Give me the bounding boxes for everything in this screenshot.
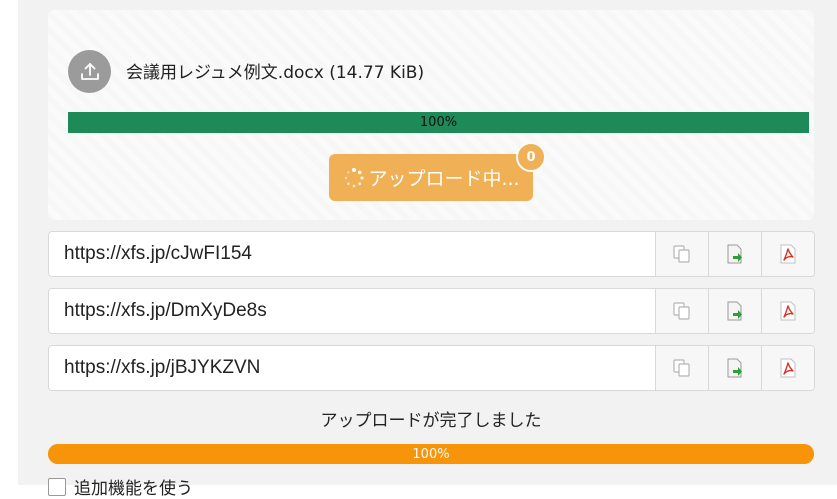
uploading-button[interactable]: アップロード中... — [329, 154, 533, 201]
link-row — [48, 345, 815, 391]
share-link-input[interactable] — [49, 346, 655, 390]
file-export-icon — [727, 358, 742, 378]
total-progress-label: 100% — [412, 446, 450, 462]
pdf-button[interactable] — [761, 346, 814, 390]
total-progress-bar: 100% — [48, 444, 814, 464]
spinner-icon — [345, 167, 365, 187]
pdf-icon — [780, 301, 796, 321]
extra-features-option[interactable]: 追加機能を使う — [48, 474, 193, 499]
file-name-label: 会議用レジュメ例文.docx (14.77 KiB) — [126, 63, 425, 83]
extra-features-label: 追加機能を使う — [74, 479, 193, 499]
export-button[interactable] — [708, 346, 761, 390]
copy-icon — [673, 302, 690, 320]
uploading-button-label: アップロード中... — [368, 168, 520, 190]
link-row — [48, 231, 815, 277]
pdf-icon — [780, 358, 796, 378]
export-button[interactable] — [708, 289, 761, 333]
export-button[interactable] — [708, 232, 761, 276]
upload-count-badge: 0 — [516, 142, 546, 172]
share-link-input[interactable] — [49, 289, 655, 333]
file-export-icon — [727, 301, 742, 321]
file-export-icon — [727, 244, 742, 264]
share-link-input[interactable] — [49, 232, 655, 276]
copy-icon — [673, 359, 690, 377]
pdf-button[interactable] — [761, 289, 814, 333]
copy-link-button[interactable] — [655, 346, 708, 390]
file-progress-label: 100% — [419, 115, 458, 130]
upload-icon — [68, 50, 111, 93]
link-row — [48, 288, 815, 334]
pdf-button[interactable] — [761, 232, 814, 276]
pdf-icon — [780, 244, 796, 264]
copy-link-button[interactable] — [655, 232, 708, 276]
upload-complete-message: アップロードが完了しました — [320, 411, 542, 431]
copy-icon — [673, 245, 690, 263]
file-progress-bar: 100% — [68, 112, 809, 133]
copy-link-button[interactable] — [655, 289, 708, 333]
extra-features-checkbox[interactable] — [48, 477, 66, 496]
